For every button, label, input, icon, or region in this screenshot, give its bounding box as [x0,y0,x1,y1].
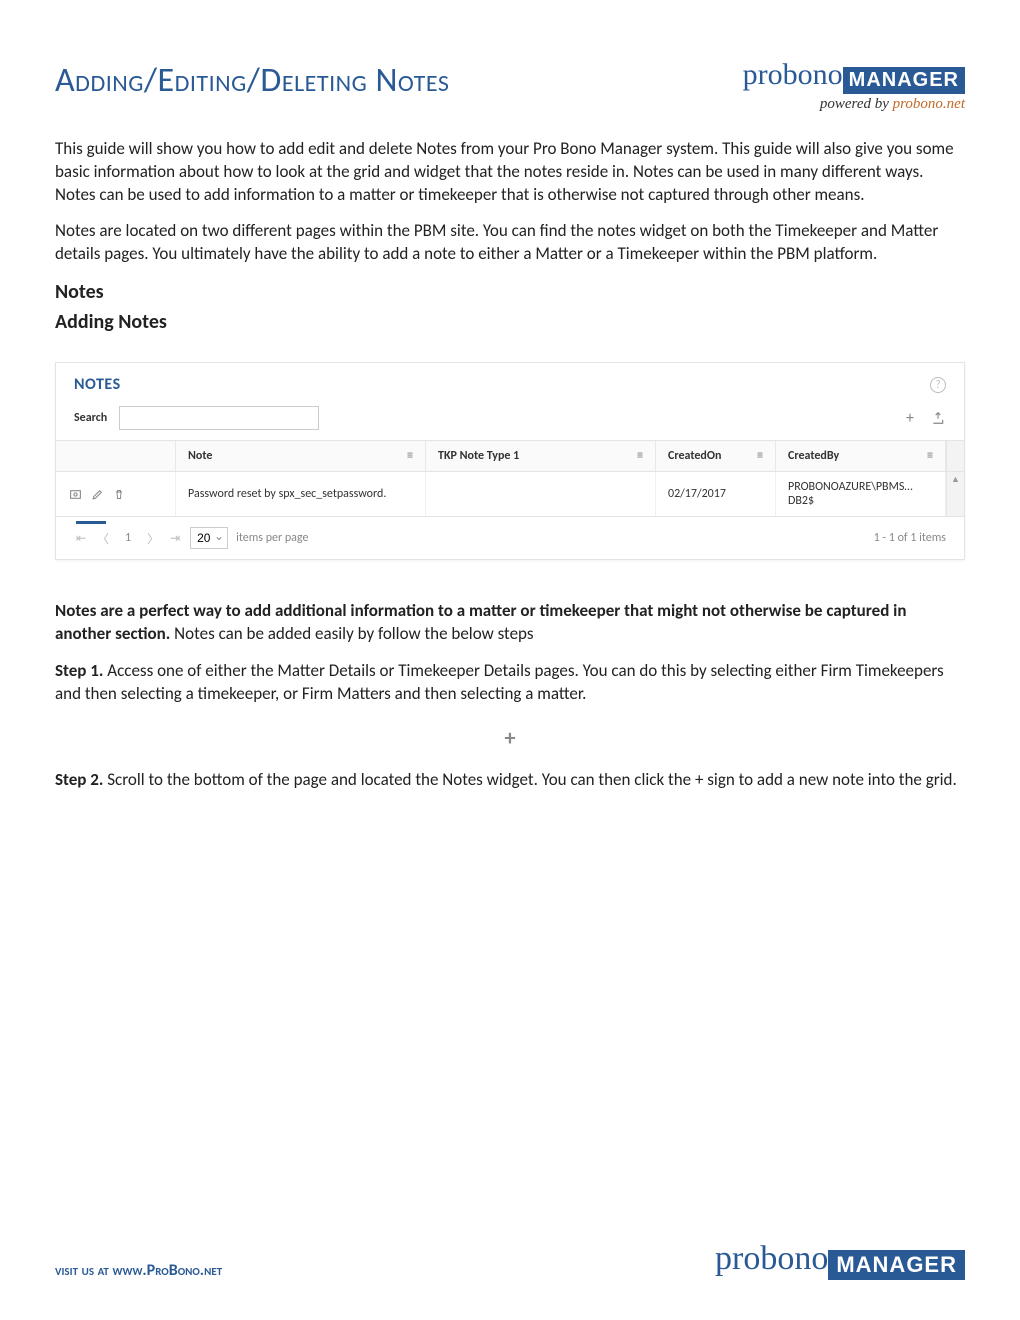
step-1: Step 1. Access one of either the Matter … [55,660,965,706]
notes-widget: NOTES ? Search + Note ≡ TKP Note Type 1 … [55,362,965,560]
cell-note: Password reset by spx_sec_setpassword. [176,472,426,516]
logo-sub-prefix: powered by [820,96,893,112]
filter-icon[interactable]: ≡ [407,449,413,463]
help-icon[interactable]: ? [930,377,946,393]
cell-type [426,472,656,516]
logo-wordmark: probono [743,58,843,91]
column-createdon-header[interactable]: CreatedOn ≡ [656,441,776,471]
notes-description: Notes are a perfect way to add additiona… [55,600,965,646]
intro-paragraph-2: Notes are located on two different pages… [55,220,965,266]
column-actions-header [56,441,176,471]
pager-prev-icon[interactable]: 〈 [96,530,110,547]
column-createdby-header[interactable]: CreatedBy ≡ [776,441,946,471]
notes-grid: Note ≡ TKP Note Type 1 ≡ CreatedOn ≡ Cre… [56,440,964,516]
column-note-label: Note [188,449,212,463]
page-title: Adding/Editing/Deleting Notes [55,60,449,101]
pager-summary: 1 - 1 of 1 items [874,531,946,545]
delete-icon[interactable] [112,487,126,501]
heading-adding-notes: Adding Notes [55,310,965,334]
table-row[interactable]: Password reset by spx_sec_setpassword. 0… [56,471,964,516]
pager-last-icon[interactable]: ⇥ [168,531,182,546]
search-input[interactable] [119,406,319,430]
scrollbar[interactable] [946,441,964,471]
step-2-text: Scroll to the bottom of the page and loc… [103,769,956,790]
pager-next-icon[interactable]: 〉 [146,530,160,547]
logo-sub-link: probono.net [893,96,965,112]
footer-visit: visit us at www.ProBono.net [55,1261,222,1280]
cell-createdon: 02/17/2017 [656,472,776,516]
notes-description-tail: Notes can be added easily by follow the … [170,623,533,644]
view-icon[interactable] [68,487,82,501]
filter-icon[interactable]: ≡ [927,449,933,463]
footer-logo: probonoMANAGER [715,1242,965,1280]
plus-icon: + [505,724,516,751]
column-createdon-label: CreatedOn [668,449,721,463]
pager: ⇤ 〈 1 〉 ⇥ 20 items per page 1 - 1 of 1 i… [56,516,964,559]
column-note-header[interactable]: Note ≡ [176,441,426,471]
column-createdby-label: CreatedBy [788,449,839,463]
footer-visit-prefix: visit us at [55,1261,113,1280]
search-label: Search [74,411,107,425]
heading-notes: Notes [55,280,965,304]
step-1-text: Access one of either the Matter Details … [55,660,944,704]
edit-icon[interactable] [90,487,104,501]
step-2-label: Step 2. [55,769,103,790]
column-type-header[interactable]: TKP Note Type 1 ≡ [426,441,656,471]
step-2: Step 2. Scroll to the bottom of the page… [55,769,965,792]
brand-logo: probonoMANAGER powered by probono.net [743,60,965,113]
add-icon[interactable]: + [902,410,918,426]
pager-items-label: items per page [236,531,308,545]
logo-subtitle: powered by probono.net [743,96,965,113]
column-type-label: TKP Note Type 1 [438,449,519,463]
scrollbar[interactable]: ▲ [946,472,964,516]
export-icon[interactable] [930,410,946,426]
intro-paragraph-1: This guide will show you how to add edit… [55,138,965,207]
logo-wordmark: probono [715,1240,828,1277]
pager-first-icon[interactable]: ⇤ [74,531,88,546]
footer-visit-link: www.ProBono.net [113,1261,223,1280]
cell-createdby: PROBONOAZURE\PBMS…DB2$ [776,472,946,516]
plus-figure: + [55,724,965,751]
pager-current-page: 1 [118,530,138,546]
logo-badge: MANAGER [828,1250,965,1280]
widget-title: NOTES [74,375,121,394]
logo-badge: MANAGER [843,67,965,94]
step-1-label: Step 1. [55,660,103,681]
page-size-select[interactable]: 20 [190,527,228,549]
filter-icon[interactable]: ≡ [757,449,763,463]
filter-icon[interactable]: ≡ [637,449,643,463]
